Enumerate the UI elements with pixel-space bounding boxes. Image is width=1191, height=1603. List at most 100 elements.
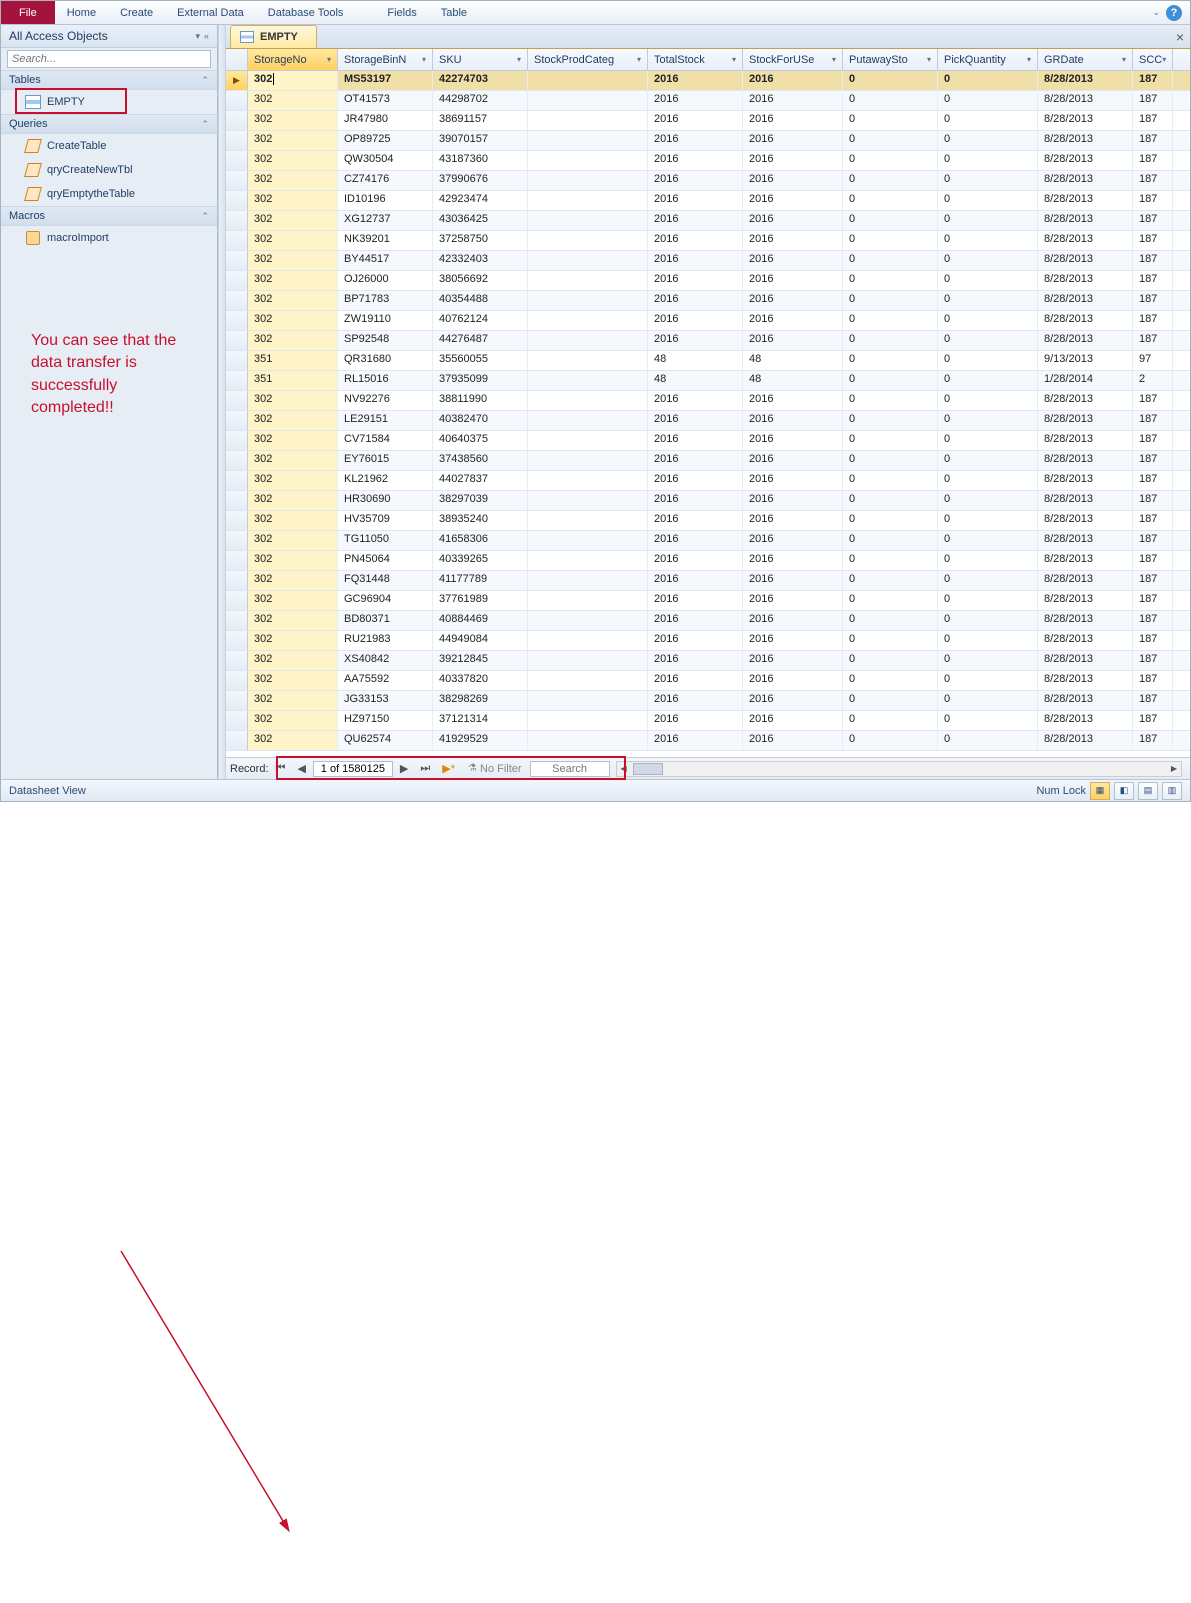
cell[interactable]: 187 [1133, 111, 1173, 130]
cell[interactable]: BP71783 [338, 291, 433, 310]
table-row[interactable]: 302OT415734429870220162016008/28/2013187 [226, 91, 1190, 111]
row-selector[interactable] [226, 391, 248, 410]
cell[interactable]: 8/28/2013 [1038, 391, 1133, 410]
cell[interactable]: 0 [938, 671, 1038, 690]
cell[interactable]: 37935099 [433, 371, 528, 390]
cell[interactable]: 37438560 [433, 451, 528, 470]
cell[interactable] [528, 431, 648, 450]
cell[interactable] [528, 671, 648, 690]
table-row[interactable]: 351QR31680355600554848009/13/201397 [226, 351, 1190, 371]
table-row[interactable]: 302SP925484427648720162016008/28/2013187 [226, 331, 1190, 351]
cell[interactable]: 187 [1133, 691, 1173, 710]
chevron-down-icon[interactable]: ▾ [637, 55, 641, 64]
cell[interactable]: 40354488 [433, 291, 528, 310]
cell[interactable]: 0 [938, 551, 1038, 570]
cell[interactable]: 2016 [743, 631, 843, 650]
cell[interactable] [528, 191, 648, 210]
column-header-totalstock[interactable]: TotalStock▾ [648, 49, 743, 70]
table-row[interactable]: 302CZ741763799067620162016008/28/2013187 [226, 171, 1190, 191]
cell[interactable]: 187 [1133, 211, 1173, 230]
cell[interactable]: 0 [938, 351, 1038, 370]
row-selector[interactable] [226, 551, 248, 570]
cell[interactable]: 2016 [648, 711, 743, 730]
cell[interactable]: QU62574 [338, 731, 433, 750]
table-row[interactable]: 302BD803714088446920162016008/28/2013187 [226, 611, 1190, 631]
table-row[interactable]: 302FQ314484117778920162016008/28/2013187 [226, 571, 1190, 591]
cell[interactable]: 0 [843, 711, 938, 730]
cell[interactable]: 42923474 [433, 191, 528, 210]
cell[interactable]: 302 [248, 471, 338, 490]
cell[interactable]: 0 [843, 471, 938, 490]
cell[interactable]: 187 [1133, 311, 1173, 330]
cell[interactable]: 8/28/2013 [1038, 711, 1133, 730]
cell[interactable]: 0 [843, 271, 938, 290]
column-header-storagebinn[interactable]: StorageBinN▾ [338, 49, 433, 70]
cell[interactable]: 2016 [648, 391, 743, 410]
cell[interactable]: 8/28/2013 [1038, 231, 1133, 250]
cell[interactable]: 302 [248, 271, 338, 290]
cell[interactable]: 38935240 [433, 511, 528, 530]
cell[interactable]: ZW19110 [338, 311, 433, 330]
column-header-grdate[interactable]: GRDate▾ [1038, 49, 1133, 70]
cell[interactable]: 0 [938, 511, 1038, 530]
row-selector[interactable] [226, 291, 248, 310]
cell[interactable]: 8/28/2013 [1038, 631, 1133, 650]
cell[interactable]: 42274703 [433, 71, 528, 90]
cell[interactable]: 187 [1133, 471, 1173, 490]
nav-dropdown-icon[interactable]: ▾ [195, 31, 200, 42]
cell[interactable]: 0 [843, 611, 938, 630]
cell[interactable]: XG12737 [338, 211, 433, 230]
cell[interactable]: XS40842 [338, 651, 433, 670]
cell[interactable]: 0 [843, 251, 938, 270]
table-row[interactable]: 302XG127374303642520162016008/28/2013187 [226, 211, 1190, 231]
cell[interactable]: 1/28/2014 [1038, 371, 1133, 390]
chevron-down-icon[interactable]: ▾ [327, 55, 331, 64]
cell[interactable]: 2016 [743, 671, 843, 690]
cell[interactable]: 8/28/2013 [1038, 491, 1133, 510]
cell[interactable]: 0 [843, 131, 938, 150]
cell[interactable]: 8/28/2013 [1038, 671, 1133, 690]
cell[interactable]: 187 [1133, 731, 1173, 750]
cell[interactable]: 302 [248, 651, 338, 670]
cell[interactable]: 8/28/2013 [1038, 171, 1133, 190]
cell[interactable]: 0 [843, 71, 938, 90]
column-header-storageno[interactable]: StorageNo▾ [248, 49, 338, 70]
chevron-down-icon[interactable]: ▾ [927, 55, 931, 64]
cell[interactable]: 2016 [743, 731, 843, 750]
cell[interactable] [528, 411, 648, 430]
cell[interactable]: 40337820 [433, 671, 528, 690]
cell[interactable]: 8/28/2013 [1038, 291, 1133, 310]
chevron-down-icon[interactable]: ▾ [517, 55, 521, 64]
row-selector[interactable] [226, 591, 248, 610]
cell[interactable]: 187 [1133, 651, 1173, 670]
cell[interactable]: 2016 [648, 411, 743, 430]
cell[interactable]: FQ31448 [338, 571, 433, 590]
row-selector[interactable] [226, 111, 248, 130]
cell[interactable]: RU21983 [338, 631, 433, 650]
cell[interactable]: 0 [843, 531, 938, 550]
cell[interactable]: 0 [938, 311, 1038, 330]
cell[interactable]: HR30690 [338, 491, 433, 510]
cell[interactable] [528, 451, 648, 470]
cell[interactable]: 0 [843, 411, 938, 430]
cell[interactable] [528, 491, 648, 510]
cell[interactable]: 302 [248, 531, 338, 550]
cell[interactable]: 0 [938, 71, 1038, 90]
cell[interactable]: 44276487 [433, 331, 528, 350]
nav-group-macros[interactable]: Macros⌃ [1, 206, 217, 226]
cell[interactable]: 8/28/2013 [1038, 451, 1133, 470]
cell[interactable]: 0 [843, 491, 938, 510]
cell[interactable]: MS53197 [338, 71, 433, 90]
table-row[interactable]: 302OJ260003805669220162016008/28/2013187 [226, 271, 1190, 291]
cell[interactable]: 0 [843, 311, 938, 330]
cell[interactable]: 0 [843, 511, 938, 530]
table-row[interactable]: 302LE291514038247020162016008/28/2013187 [226, 411, 1190, 431]
cell[interactable] [528, 251, 648, 270]
table-row[interactable]: 302AA755924033782020162016008/28/2013187 [226, 671, 1190, 691]
cell[interactable]: TG11050 [338, 531, 433, 550]
cell[interactable]: 38297039 [433, 491, 528, 510]
cell[interactable]: EY76015 [338, 451, 433, 470]
cell[interactable] [528, 151, 648, 170]
column-header-stockprodcateg[interactable]: StockProdCateg▾ [528, 49, 648, 70]
cell[interactable]: 2016 [743, 651, 843, 670]
